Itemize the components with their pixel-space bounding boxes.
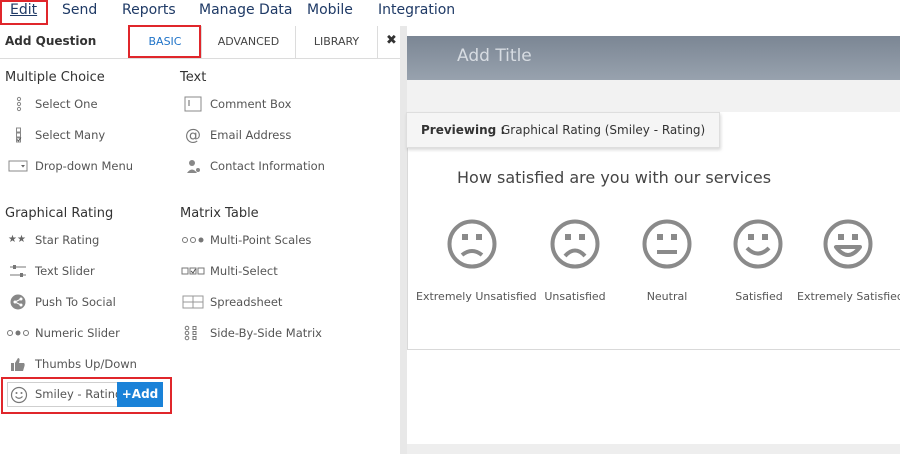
item-push-to-social[interactable]: Push To Social — [35, 294, 116, 310]
previewing-label: Previewing : — [421, 123, 506, 137]
item-dropdown-menu[interactable]: Drop-down Menu — [35, 158, 133, 174]
preview-spacer — [407, 80, 900, 112]
neutral-face-icon[interactable] — [642, 219, 692, 269]
dots-icon — [6, 325, 32, 341]
item-side-by-side-matrix[interactable]: Side-By-Side Matrix — [210, 325, 322, 341]
comment-box-icon — [184, 96, 202, 112]
item-comment-box[interactable]: Comment Box — [210, 96, 291, 112]
preview-bottom-strip — [407, 444, 900, 454]
item-text-slider[interactable]: Text Slider — [35, 263, 95, 279]
very-sad-face-icon[interactable] — [447, 219, 497, 269]
label-unsatisfied: Unsatisfied — [544, 290, 606, 303]
close-icon[interactable]: ✖ — [386, 33, 397, 48]
happy-face-icon[interactable] — [733, 219, 783, 269]
question-text: How satisfied are you with our services — [457, 168, 772, 187]
survey-title-bar[interactable]: Add Title — [407, 36, 900, 80]
contact-icon — [184, 158, 202, 174]
menu-manage-data[interactable]: Manage Data — [199, 2, 293, 18]
matrix-icon — [182, 325, 204, 341]
very-happy-face-icon[interactable] — [823, 219, 873, 269]
at-icon: @ — [185, 125, 201, 144]
label-extremely-satisfied: Extremely Satisfied — [797, 290, 900, 303]
section-matrix-table: Matrix Table — [180, 206, 259, 221]
previewing-value: Graphical Rating (Smiley - Rating) — [501, 123, 706, 137]
preview-area: Add Title Previewing : Graphical Rating … — [406, 26, 900, 454]
item-select-one[interactable]: Select One — [35, 96, 98, 112]
section-text: Text — [180, 70, 207, 85]
item-select-many[interactable]: Select Many — [35, 127, 105, 143]
tab-library[interactable]: LIBRARY — [295, 26, 377, 59]
spreadsheet-icon — [182, 294, 204, 310]
dots-icon — [181, 232, 207, 248]
edit-highlight — [0, 0, 48, 25]
thumbs-up-icon — [9, 356, 27, 372]
item-email-address[interactable]: Email Address — [210, 127, 291, 143]
previewing-banner: Previewing : Graphical Rating (Smiley - … — [406, 112, 720, 148]
sad-face-icon[interactable] — [550, 219, 600, 269]
menu-integration[interactable]: Integration — [378, 2, 455, 18]
star-icon: ★★ — [8, 234, 26, 245]
panel-title: Add Question — [5, 34, 97, 48]
share-icon — [9, 294, 27, 310]
item-multi-select[interactable]: Multi-Select — [210, 263, 278, 279]
add-question-panel: Add Question BASIC ADVANCED LIBRARY ✖ Mu… — [0, 26, 400, 454]
slider-icon — [9, 263, 27, 279]
label-extremely-unsatisfied: Extremely Unsatisfied — [416, 290, 537, 303]
item-numeric-slider[interactable]: Numeric Slider — [35, 325, 120, 341]
dropdown-icon — [8, 158, 28, 174]
tab-advanced[interactable]: ADVANCED — [201, 26, 295, 59]
label-satisfied: Satisfied — [735, 290, 783, 303]
menu-mobile[interactable]: Mobile — [307, 2, 353, 18]
section-graphical-rating: Graphical Rating — [5, 206, 114, 221]
checkbox-list-icon — [10, 127, 28, 143]
panel-divider[interactable] — [400, 26, 407, 454]
label-neutral: Neutral — [646, 290, 688, 303]
item-spreadsheet[interactable]: Spreadsheet — [210, 294, 282, 310]
section-multiple-choice: Multiple Choice — [5, 70, 105, 85]
menu-send[interactable]: Send — [62, 2, 97, 18]
menu-reports[interactable]: Reports — [122, 2, 176, 18]
title-placeholder: Add Title — [457, 46, 532, 66]
top-menu: Edit Send Reports Manage Data Mobile Int… — [0, 0, 900, 26]
item-star-rating[interactable]: Star Rating — [35, 232, 99, 248]
item-multi-point-scales[interactable]: Multi-Point Scales — [210, 232, 311, 248]
smiley-highlight — [1, 377, 172, 414]
item-contact-information[interactable]: Contact Information — [210, 158, 325, 174]
basic-tab-highlight — [128, 25, 201, 58]
multi-select-icon — [181, 263, 207, 279]
question-preview-card: Previewing : Graphical Rating (Smiley - … — [406, 112, 900, 350]
radio-list-icon — [10, 96, 28, 112]
item-thumbs-up-down[interactable]: Thumbs Up/Down — [35, 356, 137, 372]
